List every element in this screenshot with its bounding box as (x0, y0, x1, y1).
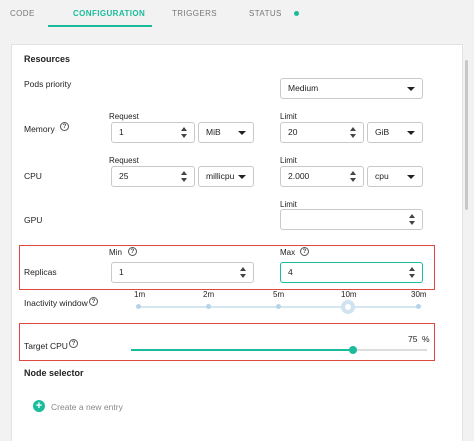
replicas-max-value: 4 (288, 267, 293, 277)
tab-configuration[interactable]: CONFIGURATION (73, 9, 145, 18)
cpu-request-value: 25 (119, 171, 129, 181)
inactivity-option-30m: 30m (411, 290, 427, 299)
stepper-icon[interactable] (350, 126, 357, 139)
target-cpu-highlight-box (19, 323, 435, 361)
cpu-request-input[interactable]: 25 (111, 166, 195, 187)
help-icon[interactable]: ? (60, 122, 69, 131)
gpu-limit-input[interactable] (280, 209, 423, 230)
active-tab-indicator (48, 25, 152, 27)
slider-tick[interactable] (276, 304, 281, 309)
help-icon[interactable]: ? (128, 247, 137, 256)
cpu-limit-value: 2.000 (288, 171, 310, 181)
memory-limit-label: Limit (280, 112, 297, 121)
stepper-icon[interactable] (409, 213, 416, 226)
stepper-icon[interactable] (181, 126, 188, 139)
slider-tick[interactable] (206, 304, 211, 309)
tab-code[interactable]: CODE (10, 9, 35, 18)
chevron-down-icon (238, 131, 246, 135)
memory-limit-input[interactable]: 20 (280, 122, 364, 143)
pods-priority-label: Pods priority (24, 79, 72, 89)
chevron-down-icon (407, 131, 415, 135)
stepper-icon[interactable] (350, 170, 357, 183)
pods-priority-value: Medium (288, 83, 319, 93)
target-cpu-label: Target CPU (24, 341, 68, 351)
inactivity-option-10m: 10m (341, 290, 357, 299)
inactivity-option-5m: 5m (273, 290, 285, 299)
cpu-label: CPU (24, 171, 42, 181)
memory-request-value: 1 (119, 127, 124, 137)
replicas-min-input[interactable]: 1 (111, 262, 254, 283)
configuration-panel (11, 44, 463, 441)
memory-label: Memory (24, 124, 55, 134)
gpu-limit-label: Limit (280, 200, 297, 209)
replicas-min-label: Min (109, 248, 122, 257)
scrollbar-thumb[interactable] (465, 60, 468, 210)
cpu-limit-unit-select[interactable]: cpu (367, 166, 423, 187)
plus-icon[interactable]: + (33, 400, 45, 412)
stepper-icon[interactable] (181, 170, 188, 183)
create-entry-button[interactable]: Create a new entry (51, 402, 123, 412)
slider-tick[interactable] (136, 304, 141, 309)
memory-limit-unit-select[interactable]: GiB (367, 122, 423, 143)
inactivity-window-label: Inactivity window (24, 298, 88, 308)
stepper-icon[interactable] (240, 266, 247, 279)
memory-limit-unit: GiB (375, 127, 390, 137)
resources-title: Resources (24, 54, 71, 64)
slider-tick[interactable] (416, 304, 421, 309)
inactivity-option-1m: 1m (134, 290, 146, 299)
target-cpu-value: 75 (408, 334, 418, 344)
target-cpu-slider-fill (131, 349, 353, 351)
gpu-label: GPU (24, 215, 43, 225)
cpu-limit-input[interactable]: 2.000 (280, 166, 364, 187)
cpu-request-label: Request (109, 156, 139, 165)
cpu-request-unit: millicpu (206, 171, 235, 181)
memory-limit-value: 20 (288, 127, 298, 137)
chevron-down-icon (407, 87, 415, 91)
memory-request-unit: MiB (206, 127, 221, 137)
tab-triggers[interactable]: TRIGGERS (172, 9, 217, 18)
inactivity-option-2m: 2m (203, 290, 215, 299)
tab-status[interactable]: STATUS (249, 9, 282, 18)
inactivity-slider-thumb[interactable] (341, 300, 355, 314)
memory-request-input[interactable]: 1 (111, 122, 195, 143)
status-indicator-dot (294, 11, 299, 16)
replicas-min-value: 1 (119, 267, 124, 277)
memory-request-unit-select[interactable]: MiB (198, 122, 254, 143)
stepper-icon[interactable] (409, 266, 416, 279)
memory-request-label: Request (109, 112, 139, 121)
target-cpu-slider-thumb[interactable] (349, 346, 357, 354)
cpu-limit-label: Limit (280, 156, 297, 165)
chevron-down-icon (238, 175, 246, 179)
help-icon[interactable]: ? (69, 339, 78, 348)
help-icon[interactable]: ? (300, 247, 309, 256)
pods-priority-select[interactable]: Medium (280, 78, 423, 99)
target-cpu-unit: % (422, 334, 430, 344)
chevron-down-icon (407, 175, 415, 179)
cpu-limit-unit: cpu (375, 171, 389, 181)
node-selector-title: Node selector (24, 368, 84, 378)
replicas-label: Replicas (24, 267, 57, 277)
help-icon[interactable]: ? (89, 297, 98, 306)
replicas-max-input[interactable]: 4 (280, 262, 423, 283)
replicas-max-label: Max (280, 248, 296, 257)
tab-bar: CODE CONFIGURATION TRIGGERS STATUS (0, 0, 474, 30)
cpu-request-unit-select[interactable]: millicpu (198, 166, 254, 187)
